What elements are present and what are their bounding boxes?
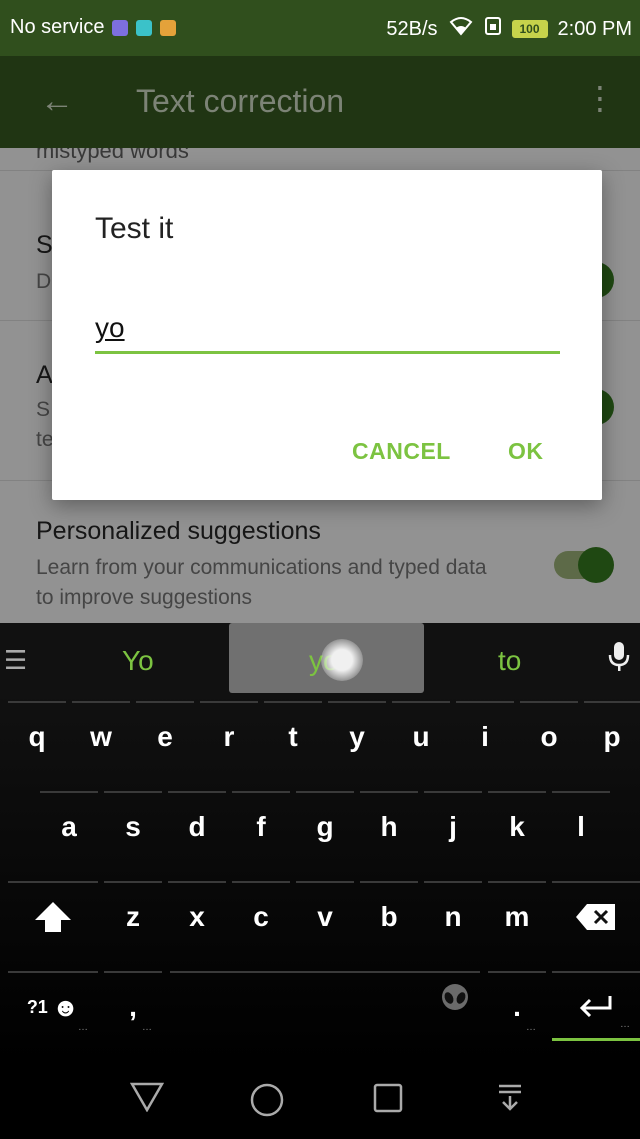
alien-icon <box>440 983 470 1022</box>
key-w[interactable]: w <box>72 701 130 771</box>
key-j[interactable]: j <box>424 791 482 861</box>
ok-button[interactable]: OK <box>508 438 544 465</box>
app-notification-icon-3 <box>160 19 177 36</box>
key-c[interactable]: c <box>232 881 290 951</box>
key-e[interactable]: e <box>136 701 194 771</box>
time-text: 2:00 PM <box>557 17 632 40</box>
period-key[interactable]: .… <box>488 971 546 1041</box>
touch-indicator <box>321 639 363 681</box>
key-q[interactable]: q <box>8 701 66 771</box>
comma-key[interactable]: ,… <box>104 971 162 1041</box>
key-a[interactable]: a <box>40 791 98 861</box>
microphone-icon[interactable] <box>608 641 630 679</box>
key-m[interactable]: m <box>488 881 546 951</box>
key-f[interactable]: f <box>232 791 290 861</box>
app-notification-icon-1 <box>112 19 129 36</box>
shift-key[interactable] <box>8 881 98 951</box>
key-k[interactable]: k <box>488 791 546 861</box>
space-key[interactable] <box>170 971 480 1041</box>
key-v[interactable]: v <box>296 881 354 951</box>
emoji-icon: ☻ <box>51 991 80 1022</box>
enter-icon <box>579 995 612 1017</box>
enter-key[interactable]: … <box>552 971 640 1041</box>
key-h[interactable]: h <box>360 791 418 861</box>
menu-icon[interactable]: ☰ <box>4 645 27 676</box>
key-z[interactable]: z <box>104 881 162 951</box>
test-input[interactable]: yo <box>95 306 560 354</box>
key-r[interactable]: r <box>200 701 258 771</box>
sim-icon <box>484 16 502 42</box>
test-input-value: yo <box>95 312 125 343</box>
key-y[interactable]: y <box>328 701 386 771</box>
key-x[interactable]: x <box>168 881 226 951</box>
symbols-label: ?1 <box>26 996 48 1017</box>
back-triangle-icon[interactable] <box>129 1082 165 1121</box>
key-d[interactable]: d <box>168 791 226 861</box>
home-circle-icon[interactable] <box>249 1082 285 1127</box>
key-n[interactable]: n <box>424 881 482 951</box>
navigation-bar <box>0 1064 640 1139</box>
backspace-icon <box>576 904 615 930</box>
suggestion-right[interactable]: to <box>498 645 521 677</box>
key-o[interactable]: o <box>520 701 578 771</box>
carrier-text: No service <box>10 16 105 38</box>
symbols-key[interactable]: ?1 ☻ … <box>8 971 98 1041</box>
keyboard: ☰ Yo yo to q w e r t y u i o p a s d f g… <box>0 623 640 1064</box>
status-bar: No service 52B/s 100 2:00 PM <box>0 0 640 56</box>
key-p[interactable]: p <box>584 701 640 771</box>
key-s[interactable]: s <box>104 791 162 861</box>
cancel-button[interactable]: CANCEL <box>352 438 451 465</box>
notifications-pull-icon[interactable] <box>496 1082 524 1121</box>
key-b[interactable]: b <box>360 881 418 951</box>
key-u[interactable]: u <box>392 701 450 771</box>
shift-icon <box>35 902 71 932</box>
suggestion-strip: ☰ Yo yo to <box>0 623 640 699</box>
dialog-title: Test it <box>95 212 174 245</box>
app-notification-icon-2 <box>136 19 153 36</box>
key-t[interactable]: t <box>264 701 322 771</box>
key-i[interactable]: i <box>456 701 514 771</box>
backspace-key[interactable] <box>552 881 640 951</box>
key-l[interactable]: l <box>552 791 610 861</box>
recents-square-icon[interactable] <box>372 1082 404 1123</box>
wifi-icon <box>448 16 474 42</box>
suggestion-center[interactable]: yo <box>229 623 424 693</box>
suggestion-left[interactable]: Yo <box>122 645 154 677</box>
net-speed-text: 52B/s <box>386 17 438 40</box>
key-g[interactable]: g <box>296 791 354 861</box>
test-it-dialog: Test it yo CANCEL OK <box>52 170 602 500</box>
battery-icon: 100 <box>511 20 548 38</box>
